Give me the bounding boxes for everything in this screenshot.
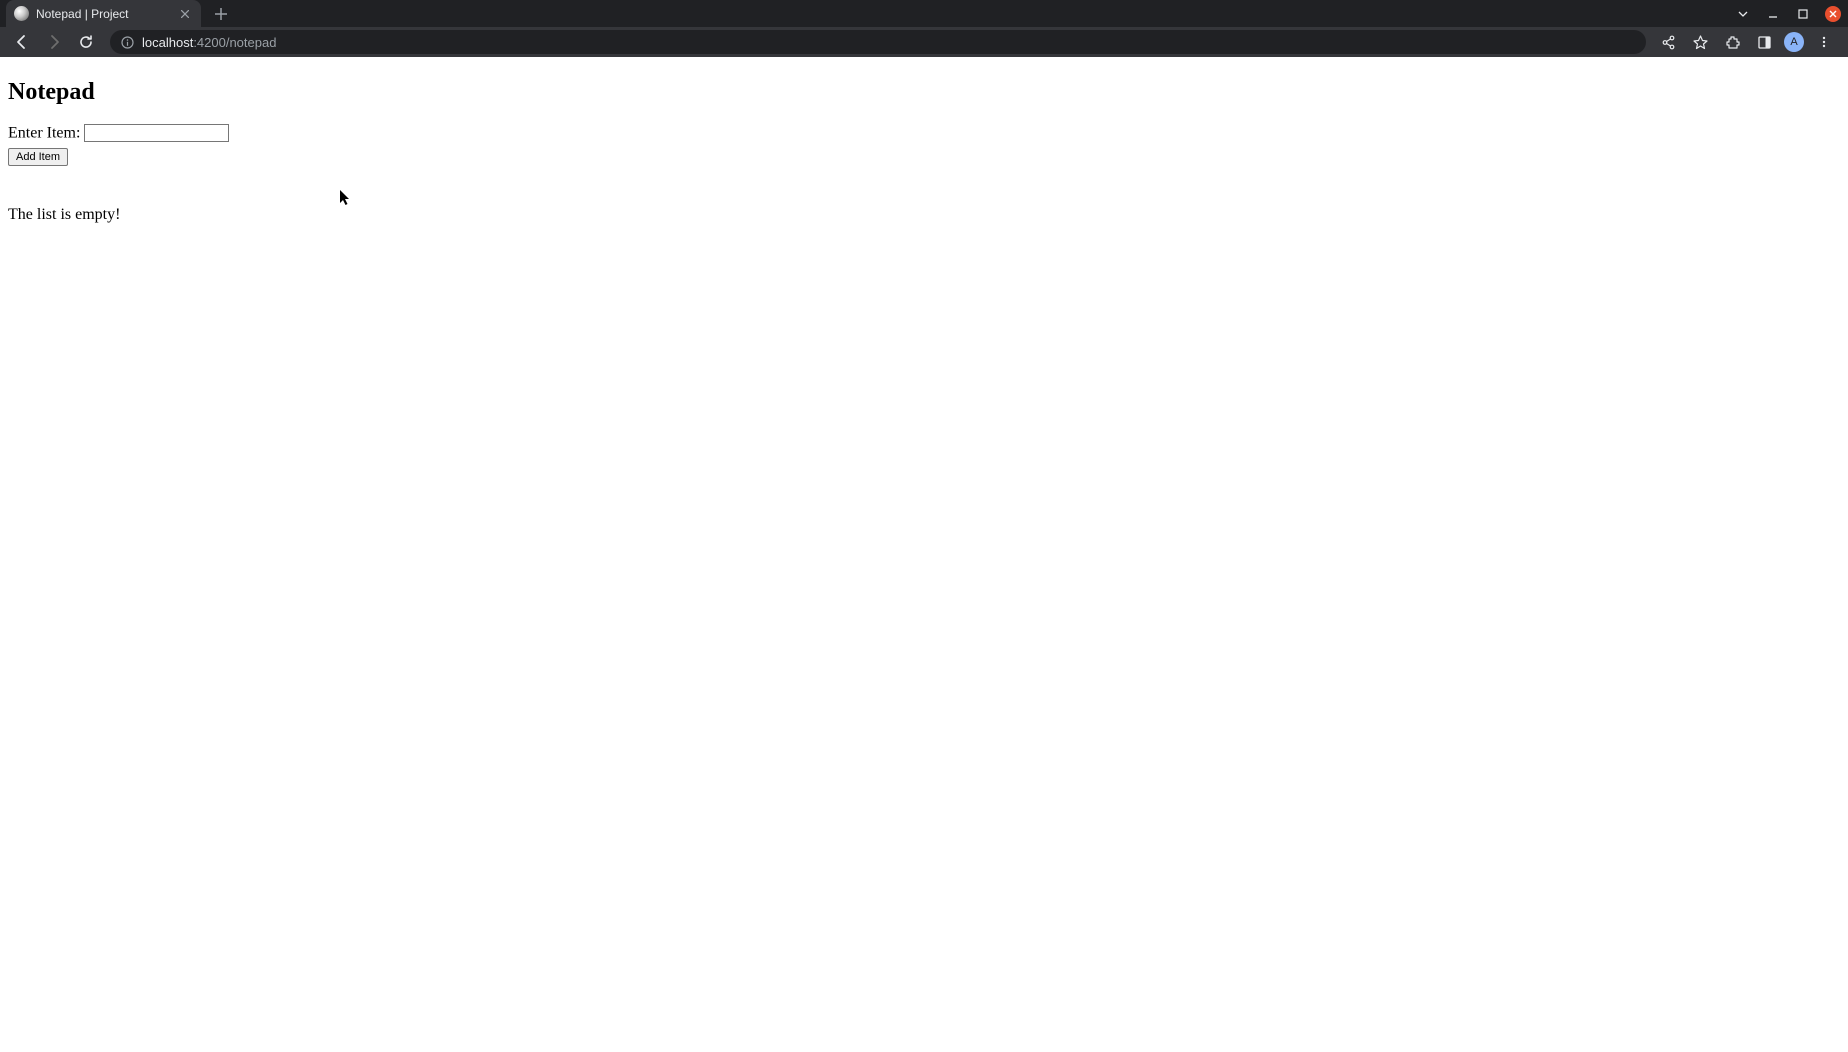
page-content: Notepad Enter Item: Add Item The list is… (0, 57, 1848, 1052)
extensions-icon[interactable] (1720, 30, 1744, 54)
maximize-icon[interactable] (1794, 5, 1812, 23)
tab-title: Notepad | Project (36, 7, 170, 21)
empty-list-message: The list is empty! (8, 206, 1840, 224)
reload-button[interactable] (72, 28, 100, 56)
toolbar-right: A (1656, 30, 1840, 54)
bookmark-icon[interactable] (1688, 30, 1712, 54)
address-bar[interactable]: localhost:4200/notepad (110, 30, 1646, 54)
share-icon[interactable] (1656, 30, 1680, 54)
page-heading: Notepad (8, 79, 1840, 106)
tab-bar: Notepad | Project (0, 0, 1848, 27)
side-panel-icon[interactable] (1752, 30, 1776, 54)
new-tab-button[interactable] (207, 0, 235, 27)
window-controls (1734, 0, 1842, 27)
tab-close-icon[interactable] (177, 6, 193, 22)
close-icon (1825, 6, 1841, 22)
item-input[interactable] (84, 124, 229, 142)
browser-tab[interactable]: Notepad | Project (6, 0, 201, 27)
browser-toolbar: localhost:4200/notepad A (0, 27, 1848, 57)
profile-avatar[interactable]: A (1784, 32, 1804, 52)
menu-icon[interactable] (1812, 30, 1836, 54)
minimize-icon[interactable] (1764, 5, 1782, 23)
add-item-button[interactable]: Add Item (8, 148, 68, 166)
form-row: Enter Item: (8, 124, 1840, 143)
avatar-initial: A (1790, 36, 1797, 48)
browser-chrome: Notepad | Project (0, 0, 1848, 57)
item-label: Enter Item: (8, 125, 80, 142)
chevron-down-icon[interactable] (1734, 5, 1752, 23)
back-button[interactable] (8, 28, 36, 56)
url-text: localhost:4200/notepad (142, 35, 276, 50)
tab-favicon-icon (14, 6, 29, 21)
close-window-button[interactable] (1824, 5, 1842, 23)
info-icon[interactable] (120, 35, 134, 49)
forward-button[interactable] (40, 28, 68, 56)
